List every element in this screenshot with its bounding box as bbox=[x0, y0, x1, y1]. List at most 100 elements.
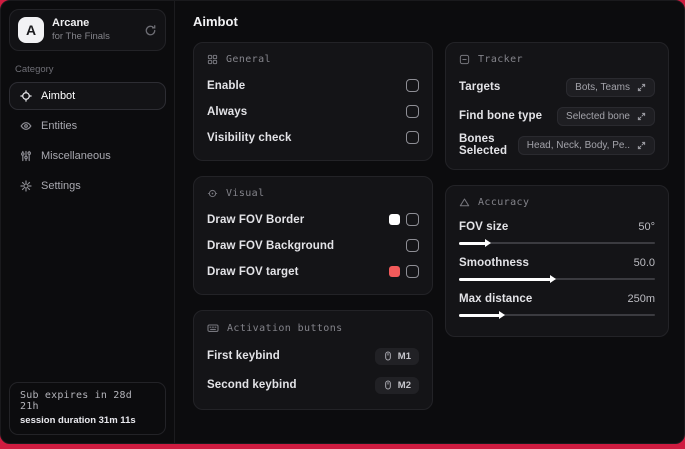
app-window: A Arcane for The Finals Category Aimbot bbox=[0, 0, 685, 444]
slider-row: FOV size 50° bbox=[459, 217, 655, 249]
targets-dropdown[interactable]: Bots, Teams bbox=[566, 77, 655, 97]
dropdown-value: Bots, Teams bbox=[575, 81, 630, 93]
setting-label: Find bone type bbox=[459, 110, 543, 122]
page-title: Aimbot bbox=[193, 14, 238, 29]
setting-row: Always bbox=[207, 100, 419, 123]
slider-row: Smoothness 50.0 bbox=[459, 253, 655, 285]
session-duration-text: session duration 31m 11s bbox=[20, 415, 136, 426]
smoothness-slider[interactable] bbox=[459, 273, 655, 285]
bones-selected-dropdown[interactable]: Head, Neck, Body, Pe.. bbox=[517, 135, 655, 155]
setting-label: First keybind bbox=[207, 350, 280, 362]
grid-icon bbox=[207, 54, 218, 65]
dropdown-value: Head, Neck, Body, Pe.. bbox=[526, 139, 630, 151]
crosshair-icon bbox=[20, 90, 32, 102]
keyboard-icon bbox=[207, 322, 219, 334]
card-title: Visual bbox=[226, 188, 265, 199]
visibility-check-checkbox[interactable] bbox=[406, 131, 419, 144]
dropdown-value: Selected bone bbox=[566, 110, 630, 122]
second-keybind-button[interactable]: M2 bbox=[374, 376, 419, 394]
visual-card: Visual Draw FOV Border Draw FOV Backgrou… bbox=[193, 176, 433, 295]
refresh-icon[interactable] bbox=[144, 24, 157, 37]
general-card: General Enable Always Visibility check bbox=[193, 42, 433, 161]
slider-thumb[interactable] bbox=[459, 311, 506, 319]
subscription-info-card: Sub expires in 28d 21h session duration … bbox=[9, 382, 166, 435]
setting-label: Targets bbox=[459, 81, 501, 93]
card-title: General bbox=[226, 54, 271, 65]
slider-value: 250m bbox=[627, 293, 655, 305]
max-distance-slider[interactable] bbox=[459, 309, 655, 321]
category-label: Category bbox=[15, 64, 54, 75]
setting-row: Draw FOV Background bbox=[207, 234, 419, 257]
mouse-icon bbox=[383, 380, 393, 390]
slider-row: Max distance 250m bbox=[459, 289, 655, 321]
card-title: Accuracy bbox=[478, 197, 530, 208]
setting-row: Bones Selected Head, Neck, Body, Pe.. bbox=[459, 132, 655, 158]
sidebar-item-label: Entities bbox=[41, 120, 78, 132]
tracker-card: Tracker Targets Bots, Teams Find bone ty… bbox=[445, 42, 669, 170]
card-title: Activation buttons bbox=[227, 322, 343, 334]
brand-subtitle: for The Finals bbox=[52, 30, 110, 42]
sidebar-item-aimbot[interactable]: Aimbot bbox=[9, 82, 166, 110]
sidebar-nav: Aimbot Entities Miscellaneous Settings bbox=[9, 82, 166, 200]
fov-target-color-swatch[interactable] bbox=[389, 266, 400, 277]
brand-logo: A bbox=[18, 17, 44, 43]
setting-row: First keybind M1 bbox=[207, 343, 419, 369]
focus-icon bbox=[207, 188, 218, 199]
setting-label: Draw FOV Border bbox=[207, 213, 305, 226]
expand-icon bbox=[637, 141, 646, 150]
setting-label: Bones Selected bbox=[459, 133, 508, 157]
slider-thumb[interactable] bbox=[459, 275, 557, 283]
sub-expiry-text: Sub expires in 28d 21h bbox=[20, 390, 132, 412]
expand-icon bbox=[637, 112, 646, 121]
sidebar-item-entities[interactable]: Entities bbox=[9, 112, 166, 140]
setting-label: Smoothness bbox=[459, 257, 530, 269]
setting-label: Draw FOV target bbox=[207, 265, 299, 278]
setting-row: Draw FOV target bbox=[207, 260, 419, 283]
target-box-icon bbox=[459, 54, 470, 65]
mouse-icon bbox=[383, 351, 393, 361]
keybind-value: M1 bbox=[397, 350, 411, 362]
setting-row: Enable bbox=[207, 74, 419, 97]
gear-icon bbox=[20, 180, 32, 192]
always-checkbox[interactable] bbox=[406, 105, 419, 118]
card-title: Tracker bbox=[478, 54, 523, 65]
brand-name: Arcane bbox=[52, 17, 90, 30]
setting-label: FOV size bbox=[459, 221, 509, 233]
enable-checkbox[interactable] bbox=[406, 79, 419, 92]
setting-row: Draw FOV Border bbox=[207, 208, 419, 231]
find-bone-type-dropdown[interactable]: Selected bone bbox=[557, 106, 655, 126]
expand-icon bbox=[637, 83, 646, 92]
setting-row: Targets Bots, Teams bbox=[459, 74, 655, 100]
activation-buttons-card: Activation buttons First keybind M1 Seco… bbox=[193, 310, 433, 410]
sliders-icon bbox=[20, 150, 32, 162]
setting-label: Enable bbox=[207, 79, 246, 92]
draw-fov-border-checkbox[interactable] bbox=[406, 213, 419, 226]
slider-thumb[interactable] bbox=[459, 239, 492, 247]
brand-card: A Arcane for The Finals bbox=[9, 9, 166, 51]
sidebar-item-miscellaneous[interactable]: Miscellaneous bbox=[9, 142, 166, 170]
setting-label: Max distance bbox=[459, 293, 533, 305]
setting-row: Second keybind M2 bbox=[207, 372, 419, 398]
setting-label: Draw FOV Background bbox=[207, 239, 335, 252]
setting-label: Second keybind bbox=[207, 379, 297, 391]
setting-label: Visibility check bbox=[207, 131, 292, 144]
slider-value: 50° bbox=[638, 221, 655, 233]
sidebar-item-label: Settings bbox=[41, 180, 81, 192]
setting-row: Visibility check bbox=[207, 126, 419, 149]
keybind-value: M2 bbox=[397, 379, 411, 391]
main-content: Aimbot General Enable Always Visibility … bbox=[175, 1, 684, 443]
eye-icon bbox=[20, 120, 32, 132]
fov-border-color-swatch[interactable] bbox=[389, 214, 400, 225]
sidebar-item-label: Aimbot bbox=[41, 90, 76, 102]
draw-fov-target-checkbox[interactable] bbox=[406, 265, 419, 278]
accuracy-card: Accuracy FOV size 50° Smoothness 50.0 Ma… bbox=[445, 185, 669, 337]
fov-size-slider[interactable] bbox=[459, 237, 655, 249]
draw-fov-background-checkbox[interactable] bbox=[406, 239, 419, 252]
setting-label: Always bbox=[207, 105, 248, 118]
sidebar-item-label: Miscellaneous bbox=[41, 150, 111, 162]
first-keybind-button[interactable]: M1 bbox=[374, 347, 419, 365]
sidebar: A Arcane for The Finals Category Aimbot bbox=[1, 1, 175, 443]
sidebar-item-settings[interactable]: Settings bbox=[9, 172, 166, 200]
triangle-icon bbox=[459, 197, 470, 208]
slider-value: 50.0 bbox=[633, 257, 655, 269]
